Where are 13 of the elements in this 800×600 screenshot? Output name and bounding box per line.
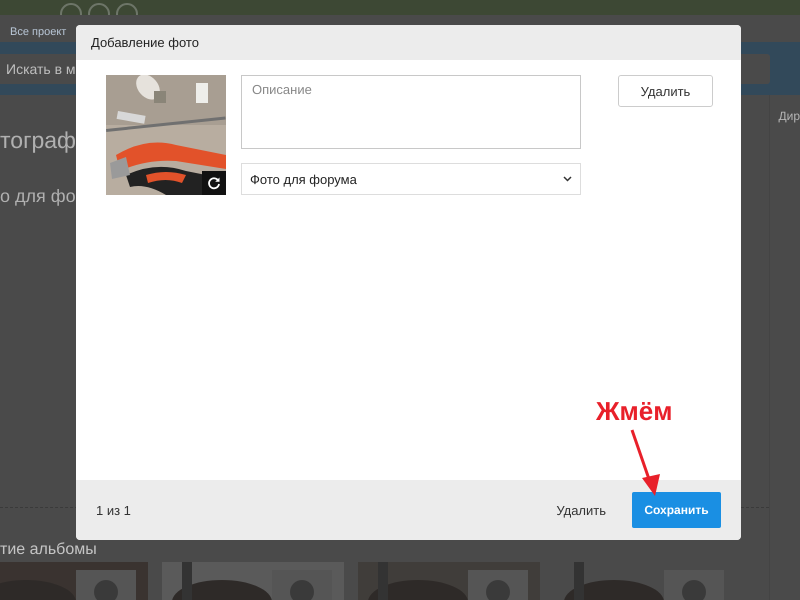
nav-link[interactable]: Все проект — [10, 26, 66, 38]
annotation-arrow — [630, 430, 660, 496]
dialog-title: Добавление фото — [91, 35, 199, 50]
delete-button[interactable]: Удалить — [618, 75, 713, 107]
rotate-icon — [207, 176, 221, 190]
chevron-down-icon — [563, 176, 572, 182]
rotate-button[interactable] — [202, 171, 226, 195]
sidebar-label: Дир — [778, 109, 800, 123]
page-title: тограф — [0, 127, 76, 154]
description-field[interactable]: Описание — [241, 75, 581, 149]
album-title: о для фо — [0, 186, 76, 207]
album-select[interactable]: Фото для форума — [241, 163, 581, 195]
annotation-text: Жмём — [596, 396, 672, 427]
